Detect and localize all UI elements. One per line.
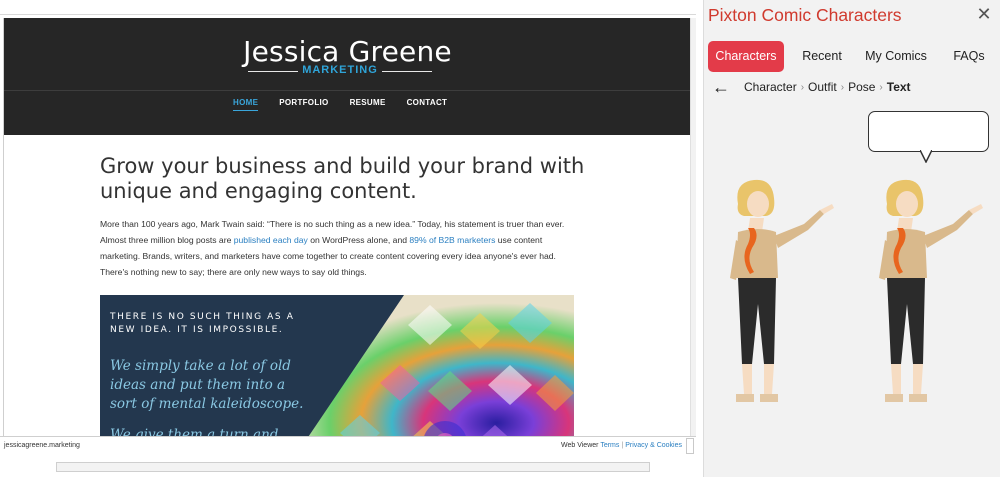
terms-link[interactable]: Terms	[600, 442, 619, 449]
breadcrumb-pose[interactable]: Pose	[848, 80, 875, 94]
status-web-viewer: Web Viewer	[561, 442, 599, 449]
character-preview-area	[704, 100, 1000, 420]
character-figure	[730, 179, 834, 402]
article: Grow your business and build your brand …	[100, 154, 590, 280]
site-logo-subtitle: MARKETING	[248, 64, 432, 78]
tab-characters[interactable]: Characters	[708, 41, 784, 72]
breadcrumb-text: Text	[886, 80, 911, 94]
link-published-each-day[interactable]: published each day	[234, 235, 308, 245]
web-viewer: Jessica Greene MARKETING HOME PORTFOLIO …	[0, 0, 696, 477]
link-b2b-marketers[interactable]: 89% of B2B marketers	[409, 235, 495, 245]
nav-home[interactable]: HOME	[233, 98, 259, 111]
privacy-link[interactable]: Privacy & Cookies	[625, 442, 682, 449]
character-figure	[879, 179, 983, 402]
speech-bubble[interactable]	[868, 111, 989, 152]
character-option-with-bubble[interactable]	[869, 174, 989, 414]
web-page[interactable]: Jessica Greene MARKETING HOME PORTFOLIO …	[3, 18, 690, 436]
site-header: Jessica Greene MARKETING HOME PORTFOLIO …	[4, 18, 690, 135]
breadcrumb: ← Character › Outfit › Pose › Text	[712, 78, 911, 96]
quote-image: THERE IS NO SUCH THING AS A NEW IDEA. IT…	[100, 295, 574, 436]
chevron-right-icon: ›	[800, 81, 805, 93]
pixton-panel: Pixton Comic Characters ✕ Characters Rec…	[703, 0, 1000, 477]
viewer-top-bar	[0, 0, 696, 15]
breadcrumb-character[interactable]: Character	[744, 80, 797, 94]
status-resize-box[interactable]	[686, 438, 694, 454]
header-divider	[4, 90, 690, 91]
status-url: jessicagreene.marketing	[4, 442, 80, 449]
logo-divider-right	[382, 71, 432, 72]
site-logo-sub: MARKETING	[302, 64, 378, 76]
viewer-status-bar: jessicagreene.marketing Web Viewer Terms…	[0, 436, 696, 455]
para-text-2: on WordPress alone, and	[307, 235, 410, 245]
chevron-right-icon: ›	[840, 81, 845, 93]
site-nav: HOME PORTFOLIO RESUME CONTACT	[233, 98, 468, 111]
viewer-horizontal-scrollbar[interactable]	[56, 462, 650, 472]
character-option-no-bubble[interactable]	[720, 174, 840, 414]
quote-small-text: THERE IS NO SUCH THING AS A NEW IDEA. IT…	[110, 312, 295, 335]
viewer-vertical-scrollbar[interactable]	[690, 18, 696, 436]
breadcrumb-outfit[interactable]: Outfit	[808, 80, 837, 94]
nav-resume[interactable]: RESUME	[350, 98, 386, 111]
article-headline: Grow your business and build your brand …	[100, 154, 585, 203]
tab-my-comics[interactable]: My Comics	[856, 41, 936, 72]
close-icon[interactable]: ✕	[976, 4, 992, 25]
chevron-right-icon: ›	[879, 81, 883, 93]
tab-recent[interactable]: Recent	[788, 41, 856, 72]
quote-big-text-continued: We give them a turn and	[110, 427, 279, 436]
panel-tabs: Characters Recent My Comics FAQs	[708, 41, 998, 72]
tab-faqs[interactable]: FAQs	[940, 41, 998, 72]
nav-contact[interactable]: CONTACT	[407, 98, 448, 111]
speech-bubble-tail	[920, 150, 932, 163]
status-separator: |	[621, 442, 624, 449]
panel-title: Pixton Comic Characters	[708, 5, 902, 25]
nav-portfolio[interactable]: PORTFOLIO	[279, 98, 328, 111]
article-paragraph: More than 100 years ago, Mark Twain said…	[100, 216, 578, 280]
arrow-left-icon[interactable]: ←	[712, 78, 730, 96]
quote-big-text: We simply take a lot of old ideas and pu…	[110, 358, 304, 412]
app-window: Jessica Greene MARKETING HOME PORTFOLIO …	[0, 0, 1000, 477]
status-links: Web Viewer Terms | Privacy & Cookies	[561, 442, 682, 449]
